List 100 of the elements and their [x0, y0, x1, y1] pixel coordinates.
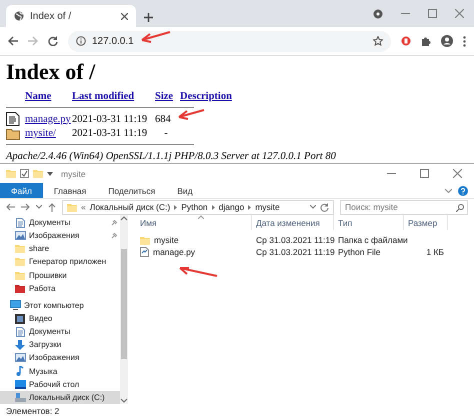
size-cell-text: 1 КБ — [425, 246, 445, 258]
dropdown-caret-icon[interactable] — [47, 172, 53, 176]
puzzle-icon[interactable] — [421, 36, 431, 46]
server-signature: Apache/2.4.46 (Win64) OpenSSL/1.1.1j PHP/8.0.3 Server at 127.0.0.1 Port 80 — [6, 150, 337, 163]
up-arrow-icon[interactable] — [48, 202, 56, 212]
refresh-icon[interactable] — [320, 202, 329, 212]
chevron-right-icon — [212, 204, 215, 210]
film-icon — [15, 314, 25, 324]
browser-tab[interactable]: Index of / — [6, 5, 136, 28]
nav-item[interactable]: Рабочий стол — [0, 378, 120, 391]
date-cell-text: Ср 31.03.2021 11:19 — [255, 234, 334, 246]
file-name-cell[interactable]: mysite — [136, 234, 252, 246]
scroll-up-icon[interactable] — [120, 215, 128, 223]
chevron-right-icon — [174, 204, 178, 210]
desktop-icon — [14, 380, 26, 389]
search-field[interactable]: Поиск: mysite — [340, 200, 468, 214]
nav-item[interactable]: Локальный диск (C:) — [0, 390, 120, 404]
file-size: - — [163, 127, 169, 140]
properties-icon[interactable] — [20, 169, 29, 178]
column-header-link[interactable]: Size — [155, 90, 177, 103]
media-icon[interactable] — [373, 8, 383, 18]
maximize-icon[interactable] — [428, 9, 437, 18]
ribbon-tab[interactable]: Главная — [42, 183, 98, 198]
ribbon-tab[interactable]: Файл — [0, 183, 43, 198]
item-count-text: Элементов: 2 — [6, 406, 60, 416]
document-icon — [16, 218, 24, 228]
file-name-cell[interactable]: manage.py — [136, 246, 252, 258]
star-icon[interactable] — [373, 36, 383, 46]
drive-icon — [14, 392, 26, 402]
folder-icon — [33, 169, 43, 178]
breadcrumb-item[interactable]: django — [218, 202, 244, 212]
breadcrumb-item[interactable]: mysite — [255, 202, 280, 212]
profile-icon[interactable] — [441, 35, 453, 47]
type-cell-text: Python File — [337, 246, 382, 258]
file-link[interactable]: mysite/ — [25, 127, 69, 140]
nav-item[interactable]: Этот компьютер — [0, 298, 120, 312]
nav-item[interactable]: Документы — [0, 216, 120, 230]
close-icon[interactable] — [121, 12, 128, 20]
ribbon-tab[interactable]: Поделиться — [97, 183, 166, 198]
folder-icon — [15, 244, 25, 254]
close-icon[interactable] — [453, 169, 462, 178]
help-icon[interactable] — [458, 186, 468, 196]
column-header-link[interactable]: Name — [25, 90, 69, 103]
chevron-icon[interactable] — [445, 188, 452, 192]
back-arrow-icon[interactable] — [6, 203, 15, 211]
nav-item[interactable]: Работа — [0, 282, 120, 295]
dropdown-caret-icon[interactable] — [36, 205, 42, 209]
column-header[interactable]: Тип — [334, 215, 404, 230]
nav-item[interactable]: Музыка — [0, 364, 120, 378]
reload-icon[interactable] — [48, 36, 58, 46]
chevron-right-icon — [248, 204, 252, 210]
forward-arrow-icon[interactable] — [21, 203, 30, 211]
folder-icon — [6, 128, 20, 140]
nav-item[interactable]: Изображения — [0, 351, 120, 364]
nav-item[interactable]: Документы — [0, 325, 120, 338]
scroll-down-icon[interactable] — [120, 396, 128, 404]
folder-icon — [140, 236, 150, 244]
page-heading: Index of / — [6, 60, 96, 84]
new-tab-icon[interactable] — [144, 13, 153, 22]
nav-item[interactable]: Прошивки — [0, 268, 120, 282]
music-note-icon — [16, 366, 24, 376]
dropdown-caret-icon[interactable] — [310, 205, 316, 209]
file-link[interactable]: manage.py — [25, 112, 69, 126]
address-bar[interactable]: 127.0.0.1 — [68, 30, 391, 52]
folder-icon — [67, 202, 77, 212]
address-bar[interactable]: « Локальный диск (C:) Python django mysite — [62, 200, 334, 214]
info-icon — [76, 36, 86, 46]
column-header-link[interactable]: Description — [180, 90, 236, 103]
breadcrumb-item[interactable]: Локальный диск (C:) — [90, 202, 170, 212]
folder-icon — [15, 270, 25, 280]
modified-date: 2021-03-31 11:19 — [72, 112, 148, 126]
menu-icon[interactable] — [463, 36, 466, 46]
file-size: 684 — [155, 112, 172, 126]
document-icon — [16, 326, 24, 337]
nav-item[interactable]: Загрузки — [0, 338, 120, 352]
ribbon-tab[interactable]: Вид — [166, 183, 204, 198]
folder-icon — [15, 257, 25, 266]
back-arrow-icon[interactable] — [8, 36, 18, 46]
modified-date: 2021-03-31 11:19 — [72, 127, 148, 140]
nav-item[interactable]: Видео — [0, 312, 120, 326]
extension-icon[interactable] — [401, 36, 411, 46]
date-cell-text: Ср 31.03.2021 11:19 — [255, 246, 334, 258]
nav-item[interactable]: Генератор приложен — [0, 255, 120, 269]
breadcrumb-item[interactable]: Python — [181, 202, 208, 212]
column-header[interactable]: Размер — [404, 215, 448, 230]
globe-icon — [14, 11, 24, 22]
sort-caret-icon[interactable] — [198, 215, 204, 219]
close-icon[interactable] — [455, 9, 464, 18]
folder-icon — [15, 284, 25, 293]
folder-icon — [6, 169, 16, 178]
search-icon — [456, 204, 464, 212]
nav-item[interactable]: Изображения — [0, 229, 120, 242]
column-header-link[interactable]: Last modified — [72, 90, 152, 103]
maximize-icon[interactable] — [420, 169, 429, 178]
document-icon — [6, 112, 20, 126]
picture-icon — [14, 231, 26, 240]
scrollbar[interactable] — [120, 215, 128, 404]
nav-item[interactable]: share — [0, 242, 120, 256]
column-header[interactable]: Имя — [136, 215, 252, 230]
column-header[interactable]: Дата изменения — [252, 215, 334, 230]
